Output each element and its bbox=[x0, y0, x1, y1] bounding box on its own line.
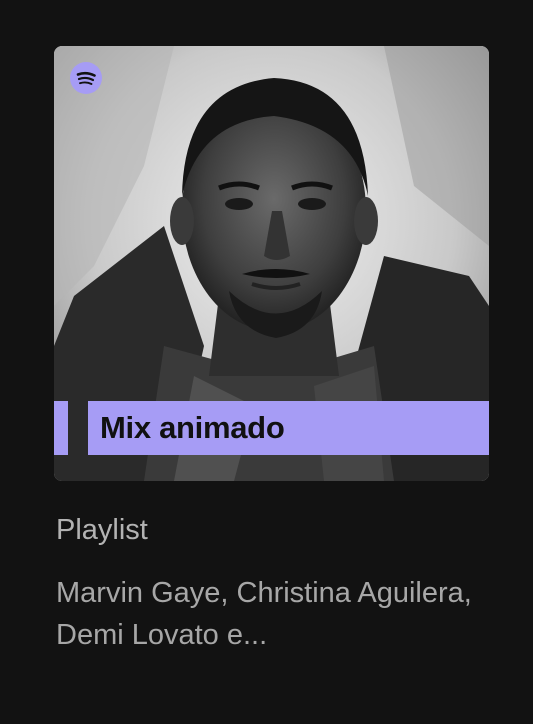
playlist-type-label: Playlist bbox=[56, 514, 148, 546]
cover-title: Mix animado bbox=[100, 410, 285, 445]
playlist-description: Marvin Gaye, Christina Aguilera, Demi Lo… bbox=[56, 577, 472, 651]
cover-banner-accent bbox=[54, 401, 68, 455]
playlist-card[interactable]: Mix animado Playlist Marvin Gaye, Christ… bbox=[0, 0, 533, 724]
playlist-cover[interactable]: Mix animado bbox=[54, 46, 489, 481]
cover-title-banner: Mix animado bbox=[88, 401, 489, 455]
spotify-logo-icon bbox=[70, 62, 102, 94]
